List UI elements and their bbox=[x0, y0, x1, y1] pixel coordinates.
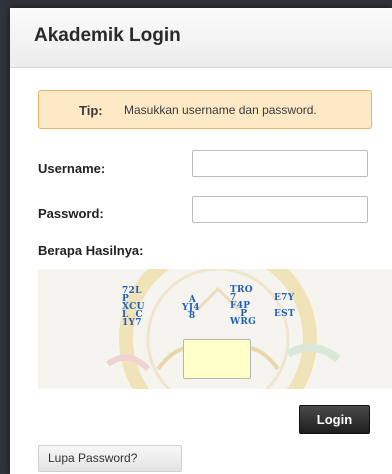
captcha-text-column-2: A YJ4 8 bbox=[182, 295, 200, 321]
captcha-text-column-3: TRO 7 F4P P WRG bbox=[230, 285, 257, 327]
login-dialog: Akademik Login Tip: Masukkan username da… bbox=[10, 8, 392, 474]
username-label: Username: bbox=[38, 161, 106, 176]
captcha-text-column-4: E7Y EST bbox=[274, 293, 295, 319]
dialog-header: Akademik Login bbox=[10, 8, 392, 68]
tip-text: Masukkan username dan password. bbox=[124, 103, 317, 117]
captcha-image: 72L P XCU L C 1Y7 A YJ4 8 TRO 7 F4P P WR… bbox=[38, 269, 392, 389]
tip-label: Tip: bbox=[79, 103, 103, 118]
username-input[interactable] bbox=[192, 150, 368, 177]
page-backdrop: Akademik Login Tip: Masukkan username da… bbox=[0, 0, 392, 474]
tip-box: Tip: Masukkan username dan password. bbox=[38, 90, 372, 129]
captcha-text-column-1: 72L P XCU L C 1Y7 bbox=[122, 286, 145, 328]
password-input[interactable] bbox=[192, 196, 368, 223]
dialog-title: Akademik Login bbox=[34, 25, 181, 46]
captcha-answer-input[interactable] bbox=[183, 339, 251, 379]
forgot-password-button[interactable]: Lupa Password? bbox=[38, 445, 182, 472]
password-label: Password: bbox=[38, 206, 104, 221]
captcha-label: Berapa Hasilnya: bbox=[38, 243, 144, 258]
login-button[interactable]: Login bbox=[299, 405, 370, 434]
